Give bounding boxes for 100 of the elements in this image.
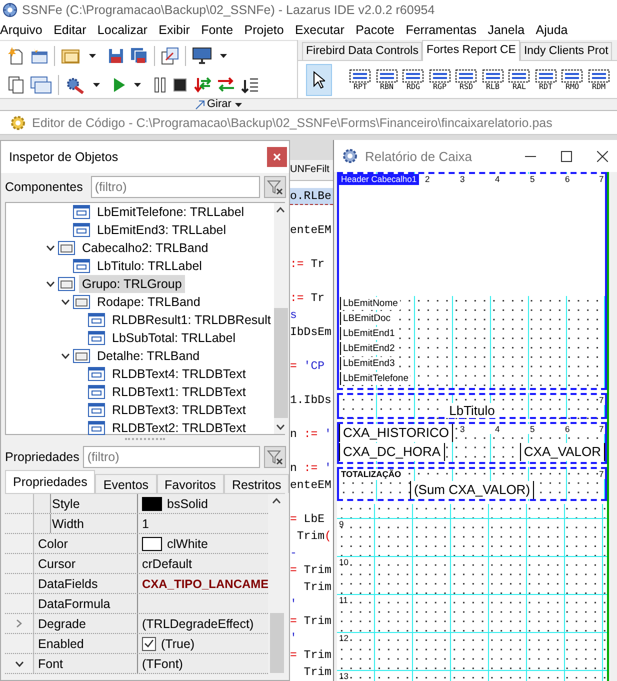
- chevron-down-icon[interactable]: [61, 353, 70, 359]
- property-row[interactable]: Degrade (TRLDegradeEffect): [5, 614, 268, 634]
- menu-item[interactable]: Projeto: [238, 23, 290, 37]
- chevron-down-icon[interactable]: [46, 281, 55, 287]
- step-out-icon[interactable]: [241, 76, 259, 94]
- rotate-dropdown-button[interactable]: Girar: [195, 99, 248, 110]
- property-row[interactable]: DataFormula: [5, 594, 268, 614]
- palette-tab[interactable]: Firebird Data Controls: [302, 42, 422, 60]
- close-button[interactable]: [267, 147, 287, 167]
- property-value[interactable]: (True): [161, 636, 195, 650]
- menu-item[interactable]: Pacote: [350, 23, 400, 37]
- checkbox[interactable]: [142, 636, 156, 650]
- menu-item[interactable]: Exibir: [153, 23, 196, 37]
- chevron-down-icon[interactable]: [14, 660, 24, 666]
- menu-item[interactable]: Executar: [289, 23, 350, 37]
- save-icon[interactable]: [108, 48, 124, 64]
- menu-item[interactable]: Fonte: [196, 23, 239, 37]
- menu-item[interactable]: Arquivo: [0, 23, 48, 37]
- property-value[interactable]: crDefault: [142, 556, 192, 570]
- properties-tab[interactable]: Favoritos: [156, 474, 224, 493]
- filter-field[interactable]: (filtro): [90, 176, 260, 198]
- property-row[interactable]: Style bsSolid: [5, 494, 268, 514]
- monitor-icon[interactable]: [192, 47, 212, 64]
- step-into-icon[interactable]: [193, 76, 211, 94]
- copy-icon[interactable]: [8, 76, 24, 94]
- report-band[interactable]: Header Cabecalho1 2 3 4 5 6 7 LbEmitNome LBEmitDoc LbEmitEnd1 LbEmitEnd2 LbEmitEnd3 LbEmitTelefone: [337, 172, 607, 390]
- editor-tab[interactable]: UNFeFilt: [290, 160, 333, 181]
- report-band[interactable]: CXA_HISTORICO 3 4 5 6 7 CXA_DC_HORA CXA_VALOR: [337, 422, 607, 464]
- property-row[interactable]: Width 1: [5, 514, 268, 534]
- save-all-icon[interactable]: [130, 47, 148, 64]
- palette-tab[interactable]: Fortes Report CE: [422, 40, 520, 61]
- tree-item[interactable]: LbTitulo: TRLLabel: [94, 257, 205, 275]
- properties-tab[interactable]: Restritos: [224, 474, 289, 493]
- menu-item[interactable]: Ajuda: [530, 23, 574, 37]
- menu-item[interactable]: Editar: [48, 23, 92, 37]
- tree-item[interactable]: RLDBText2: TRLDBText: [109, 419, 249, 437]
- tree-item[interactable]: RLDBResult1: TRLDBResult: [109, 311, 274, 329]
- property-row[interactable]: Font (TFont): [5, 654, 268, 674]
- menu-item[interactable]: Localizar: [92, 23, 154, 37]
- toggle-form-icon[interactable]: [161, 46, 179, 64]
- property-value[interactable]: (TRLDegradeEffect): [142, 616, 254, 630]
- tree-item[interactable]: LbEmitTelefone: TRLLabel: [94, 203, 248, 221]
- tree-item[interactable]: RLDBText4: TRLDBText: [109, 365, 249, 383]
- report-field[interactable]: CXA_VALOR: [520, 443, 605, 461]
- report-field[interactable]: LbEmitTelefone: [340, 372, 410, 385]
- tree-item[interactable]: LbSubTotal: TRLLabel: [109, 329, 238, 347]
- report-field[interactable]: (Sum CXA_VALOR): [410, 481, 534, 499]
- property-row[interactable]: Cursor crDefault: [5, 554, 268, 574]
- chevron-down-icon[interactable]: [61, 299, 70, 305]
- filter-field[interactable]: (filtro): [83, 446, 260, 468]
- menu-item[interactable]: Janela: [482, 23, 530, 37]
- new-unit-icon[interactable]: [8, 46, 24, 64]
- report-band[interactable]: 7 LbTitulo: [337, 393, 607, 419]
- chevron-up-icon[interactable]: [276, 207, 286, 213]
- caret-icon[interactable]: [89, 54, 96, 58]
- report-field[interactable]: LBEmitDoc: [340, 312, 393, 325]
- property-value[interactable]: CXA_TIPO_LANCAME: [142, 576, 268, 590]
- tree-item[interactable]: RLDBText3: TRLDBText: [109, 401, 249, 419]
- step-over-icon[interactable]: [217, 76, 235, 94]
- property-value[interactable]: clWhite: [167, 536, 208, 550]
- property-row[interactable]: DataFields CXA_TIPO_LANCAME: [5, 574, 268, 594]
- properties-tab[interactable]: Propriedades: [5, 470, 96, 493]
- chevron-right-icon[interactable]: [16, 619, 22, 628]
- clear-filter-button[interactable]: [264, 176, 286, 198]
- tree-item[interactable]: Grupo: TRLGroup: [79, 275, 185, 293]
- property-value[interactable]: (TFont): [142, 656, 183, 670]
- property-value[interactable]: 1: [142, 516, 149, 530]
- report-field[interactable]: CXA_DC_HORA: [339, 443, 445, 461]
- caret-icon[interactable]: [220, 54, 227, 58]
- property-row[interactable]: Enabled (True): [5, 634, 268, 654]
- scrollbar[interactable]: [274, 203, 288, 434]
- report-field[interactable]: LbEmitNome: [340, 297, 400, 310]
- new-form-icon[interactable]: [30, 48, 48, 64]
- clear-filter-button[interactable]: [264, 446, 286, 468]
- chevron-down-icon[interactable]: [46, 245, 55, 251]
- chevron-up-icon[interactable]: [272, 498, 281, 504]
- caret-icon[interactable]: [134, 82, 141, 86]
- report-field[interactable]: LbEmitEnd1: [340, 327, 397, 340]
- windows-icon[interactable]: [30, 76, 52, 94]
- report-field[interactable]: LbTitulo: [446, 403, 498, 418]
- report-field[interactable]: CXA_HISTORICO: [339, 424, 453, 442]
- tree-item[interactable]: Detalhe: TRLBand: [94, 347, 203, 365]
- palette-tab[interactable]: Indy Clients Prot: [520, 42, 612, 60]
- caret-icon[interactable]: [93, 82, 100, 86]
- tree-item[interactable]: Cabecalho2: TRLBand: [79, 239, 212, 257]
- tree-item[interactable]: LbEmitEnd3: TRLLabel: [94, 221, 230, 239]
- stop-icon[interactable]: [173, 78, 187, 92]
- report-field[interactable]: LbEmitEnd2: [340, 342, 397, 355]
- tree-item[interactable]: RLDBText1: TRLDBText: [109, 383, 249, 401]
- property-value[interactable]: bsSolid: [167, 496, 208, 510]
- menu-item[interactable]: Ferramentas: [400, 23, 482, 37]
- pointer-tool-button[interactable]: [306, 64, 332, 96]
- tree-item[interactable]: Rodape: TRLBand: [94, 293, 204, 311]
- open-folder-icon[interactable]: [61, 48, 81, 64]
- report-field[interactable]: LbEmitEnd3: [340, 357, 397, 370]
- run-icon[interactable]: [112, 76, 126, 92]
- properties-tab[interactable]: Eventos: [95, 474, 157, 493]
- pause-icon[interactable]: [153, 76, 167, 92]
- caret-icon[interactable]: [235, 102, 242, 106]
- report-field[interactable]: TOTALIZAÇÃO: [339, 469, 404, 480]
